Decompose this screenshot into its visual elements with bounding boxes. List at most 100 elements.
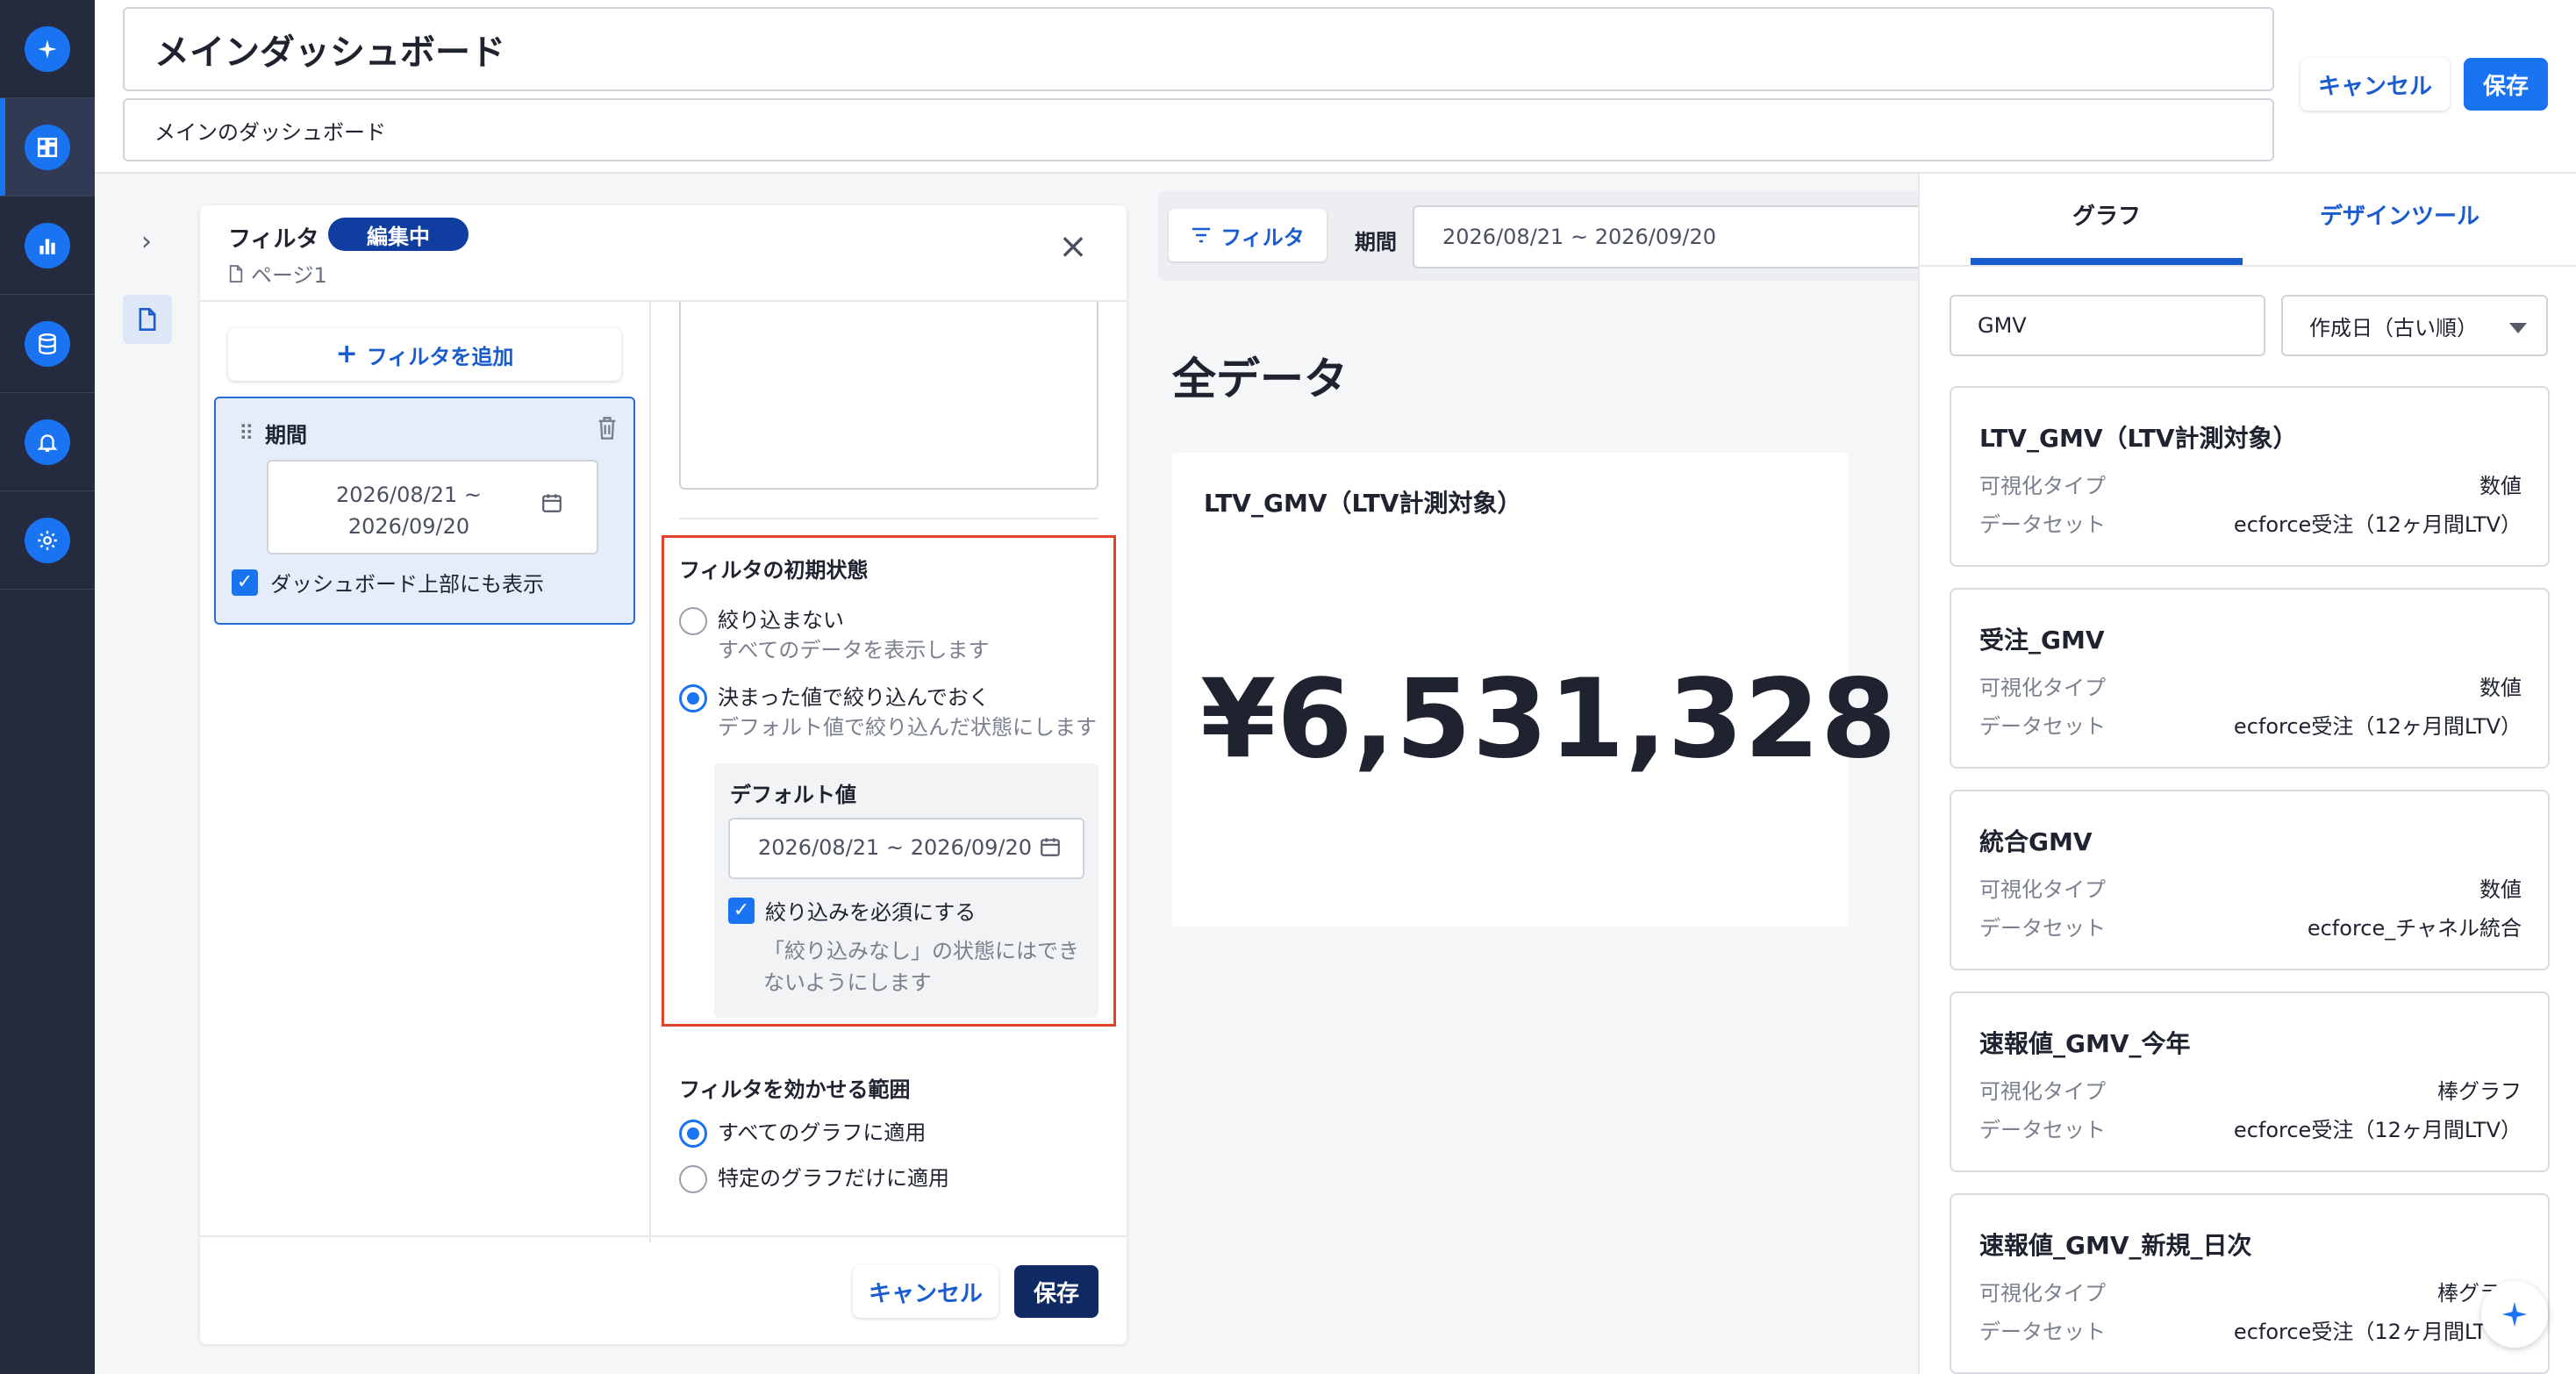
filter-item-date-range[interactable]: 2026/08/21 ~ 2026/09/20 [267,460,598,555]
sparkle-icon [25,25,70,72]
graph-library-panel: グラフ デザインツール GMV 作成日（古い順） LTV_GMV（LTV計測対象… [1918,174,2576,1374]
calendar-icon [540,491,563,518]
tab-graphs[interactable]: グラフ [1971,198,2243,231]
graph-name: 速報値_GMV_新規_日次 [1979,1231,2252,1260]
graph-dataset-row: データセット ecforce_チャネル統合 [1979,911,2522,941]
graph-name: LTV_GMV（LTV計測対象） [1979,424,2298,453]
dashboard-filter-bar: フィルタ 期間 2026/08/21 ~ 2026/09/20 [1158,191,1957,281]
graph-card[interactable]: 速報値_GMV_新規_日次 可視化タイプ 棒グラフ データセット ecforce受注… [1950,1193,2550,1374]
dashboard-title-input[interactable]: メインダッシュボード [123,7,2274,91]
kpi-card[interactable]: LTV_GMV（LTV計測対象） ¥6,531,328 [1172,453,1896,927]
graph-card[interactable]: 受注_GMV 可視化タイプ 数値 データセット ecforce受注（12ヶ月間LTV… [1950,588,2550,769]
column-divider [649,302,651,1242]
graph-dataset-row: データセット ecforce受注（12ヶ月間LTV） [1979,1314,2522,1345]
graph-type-row: 可視化タイプ 数値 [1979,469,2522,499]
dashboard-description-input[interactable]: メインのダッシュボード [123,98,2274,161]
graph-type-value: 数値 [2479,877,2522,902]
status-badge: 編集中 [328,218,469,251]
required-help: 「絞り込みなし」の状態にはできないようにします [763,939,1079,995]
scope-title: フィルタを効かせる範囲 [679,1077,911,1102]
radio-apply-all-label: すべてのグラフに適用 [718,1120,927,1145]
graph-dataset-key: データセット [1979,1320,2106,1344]
tab-design-tools[interactable]: デザインツール [2264,198,2536,231]
graph-dataset-key: データセット [1979,916,2106,941]
kpi-title: LTV_GMV（LTV計測対象） [1204,489,1522,518]
rail-charts[interactable] [0,197,95,295]
rail-datasets[interactable] [0,295,95,393]
show-on-top-checkbox[interactable]: ✓ ダッシュボード上部にも表示 [232,567,544,598]
graph-type-row: 可視化タイプ 数値 [1979,670,2522,701]
default-value-section: デフォルト値 2026/08/21 ~ 2026/09/20 ✓ 絞り込みを必須… [714,763,1098,1018]
tabs-divider [1920,265,2576,267]
sort-select[interactable]: 作成日（古い順） [2281,295,2548,356]
graph-type-value: 数値 [2479,676,2522,700]
graph-name: 受注_GMV [1979,626,2105,655]
graph-dataset-value: ecforce受注（12ヶ月間LTV） [2233,1320,2522,1344]
rail-alerts[interactable] [0,393,95,491]
graph-name: 統合GMV [1979,827,2093,856]
graph-dataset-row: データセット ecforce受注（12ヶ月間LTV） [1979,1113,2522,1143]
add-filter-label: フィルタを追加 [366,344,514,369]
ai-assistant-button[interactable] [2481,1281,2548,1348]
page-label: ページ1 [228,258,327,289]
date-range-end: 2026/09/20 [347,514,470,539]
header-cancel-button[interactable]: キャンセル [2301,58,2450,111]
radio-apply-specific-label: 特定のグラフだけに適用 [718,1166,949,1191]
radio-button [679,1165,707,1193]
default-value-date-input[interactable]: 2026/08/21 ~ 2026/09/20 [728,818,1084,879]
radio-button-selected [679,684,707,712]
filter-item-period[interactable]: ⠿ 期間 2026/08/21 ~ 2026/09/20 ✓ ダッシュボード上部… [214,397,635,625]
radio-fixed-value[interactable]: 決まった値で絞り込んでおく デフォルト値で絞り込んだ状態にします [679,683,1097,742]
rail-dashboards[interactable] [0,98,95,197]
kpi-value: ¥6,531,328 [1200,656,1898,783]
drag-handle-icon[interactable]: ⠿ [239,421,254,446]
sparkle-icon [2501,1301,2528,1327]
graph-dataset-value: ecforce受注（12ヶ月間LTV） [2233,714,2522,739]
header-save-button[interactable]: 保存 [2464,58,2548,111]
chevron-right-icon[interactable]: › [132,226,161,257]
graph-dataset-value: ecforce受注（12ヶ月間LTV） [2233,512,2522,537]
database-icon [25,320,70,367]
bell-icon [25,419,70,465]
bar-chart-icon [25,222,70,268]
rail-ai[interactable] [0,0,95,98]
radio-no-filter-help: すべてのデータを表示します [718,638,990,662]
plus-icon: + [335,339,358,369]
radio-fixed-value-help: デフォルト値で絞り込んだ状態にします [718,715,1097,740]
graph-dataset-key: データセット [1979,512,2106,537]
default-value-text: 2026/08/21 ~ 2026/09/20 [758,835,1033,860]
required-checkbox[interactable]: ✓ 絞り込みを必須にする [728,895,976,926]
filter-button[interactable]: フィルタ [1169,209,1327,261]
page-label-text: ページ1 [251,263,327,288]
radio-button [679,607,707,635]
graph-type-key: 可視化タイプ [1979,1079,2106,1104]
panel-save-button[interactable]: 保存 [1014,1265,1098,1318]
period-date-input[interactable]: 2026/08/21 ~ 2026/09/20 [1413,205,1957,268]
radio-button-selected [679,1120,707,1148]
graph-card[interactable]: 速報値_GMV_今年 可視化タイプ 棒グラフ データセット ecforce受注（12… [1950,991,2550,1172]
graph-dataset-value: ecforce受注（12ヶ月間LTV） [2233,1118,2522,1142]
graph-card[interactable]: LTV_GMV（LTV計測対象） 可視化タイプ 数値 データセット ecforce受… [1950,386,2550,567]
add-filter-button[interactable]: + フィルタを追加 [228,328,621,381]
panel-cancel-button[interactable]: キャンセル [853,1265,998,1318]
filter-description-textarea[interactable] [679,302,1098,490]
graph-card[interactable]: 統合GMV 可視化タイプ 数値 データセット ecforce_チャネル統合 [1950,790,2550,970]
radio-apply-specific[interactable]: 特定のグラフだけに適用 [679,1163,949,1193]
graph-dataset-key: データセット [1979,714,2106,739]
graph-type-key: 可視化タイプ [1979,877,2106,902]
close-icon[interactable]: × [1053,226,1093,267]
radio-no-filter[interactable]: 絞り込まない すべてのデータを表示します [679,605,989,665]
filter-button-label: フィルタ [1220,225,1305,250]
divider [679,518,1098,519]
caret-down-icon [2509,323,2527,333]
trash-icon[interactable] [597,416,621,444]
radio-apply-all[interactable]: すべてのグラフに適用 [679,1118,926,1148]
radio-no-filter-label: 絞り込まない [718,608,844,633]
graph-type-row: 可視化タイプ 数値 [1979,872,2522,903]
graph-search-input[interactable]: GMV [1950,295,2265,356]
page-icon[interactable] [123,295,172,344]
graph-dataset-value: ecforce_チャネル統合 [2307,916,2522,941]
rail-settings[interactable] [0,491,95,590]
graph-type-row: 可視化タイプ 棒グラフ [1979,1074,2522,1105]
filter-panel: フィルタ 編集中 ページ1 × + フィルタを追加 ⠿ 期間 2026/08/2… [200,205,1127,1344]
